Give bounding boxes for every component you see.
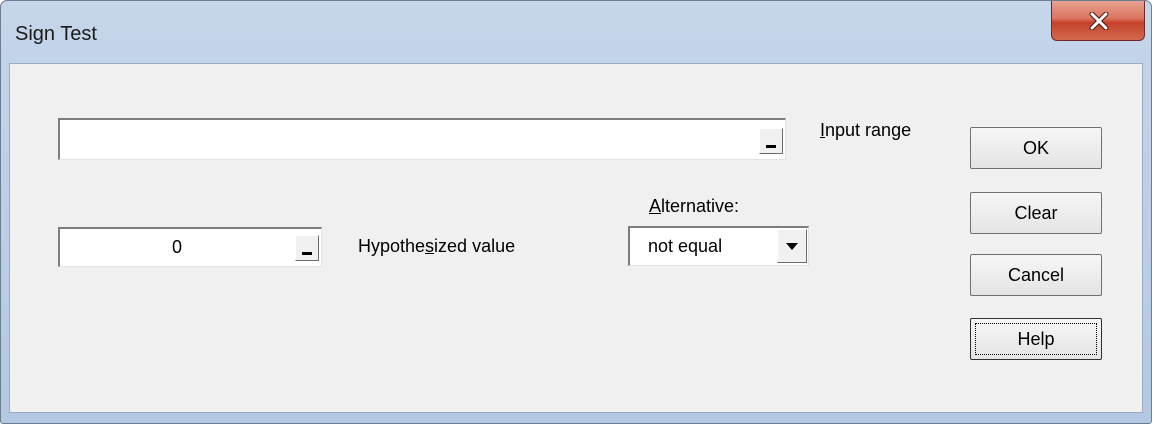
hypothesized-value-field[interactable]: 0 (58, 227, 322, 267)
alternative-label: Alternative: (649, 196, 740, 216)
ok-button-label: OK (1022, 137, 1049, 158)
hypothesized-value: 0 (172, 237, 183, 257)
help-button[interactable]: Help (970, 318, 1102, 360)
cancel-button[interactable]: Cancel (970, 254, 1102, 296)
ok-button[interactable]: OK (970, 127, 1102, 169)
hypothesized-value-label: Hypothesized value (358, 236, 516, 256)
chevron-down-icon[interactable] (777, 229, 807, 263)
input-range-selector-button[interactable] (759, 128, 783, 154)
window-title: Sign Test (15, 23, 97, 45)
cancel-button-label: Cancel (1007, 264, 1065, 285)
dialog-client-area: Input range 0 Hypothesized value Alterna… (9, 63, 1143, 413)
clear-button[interactable]: Clear (970, 192, 1102, 234)
input-range-label: Input range (820, 120, 912, 140)
hypothesized-selector-button[interactable] (295, 235, 319, 261)
clear-button-label: Clear (1014, 202, 1058, 223)
close-icon (1089, 12, 1109, 30)
alternative-select[interactable]: not equal (628, 226, 809, 266)
help-button-label: Help (1017, 328, 1055, 349)
alternative-selected-value: not equal (648, 236, 723, 256)
dialog-window: Sign Test Input range 0 Hypothesized val… (0, 0, 1152, 424)
input-range-field[interactable] (58, 118, 786, 160)
title-bar[interactable]: Sign Test (1, 1, 1151, 63)
close-button[interactable] (1051, 1, 1145, 41)
